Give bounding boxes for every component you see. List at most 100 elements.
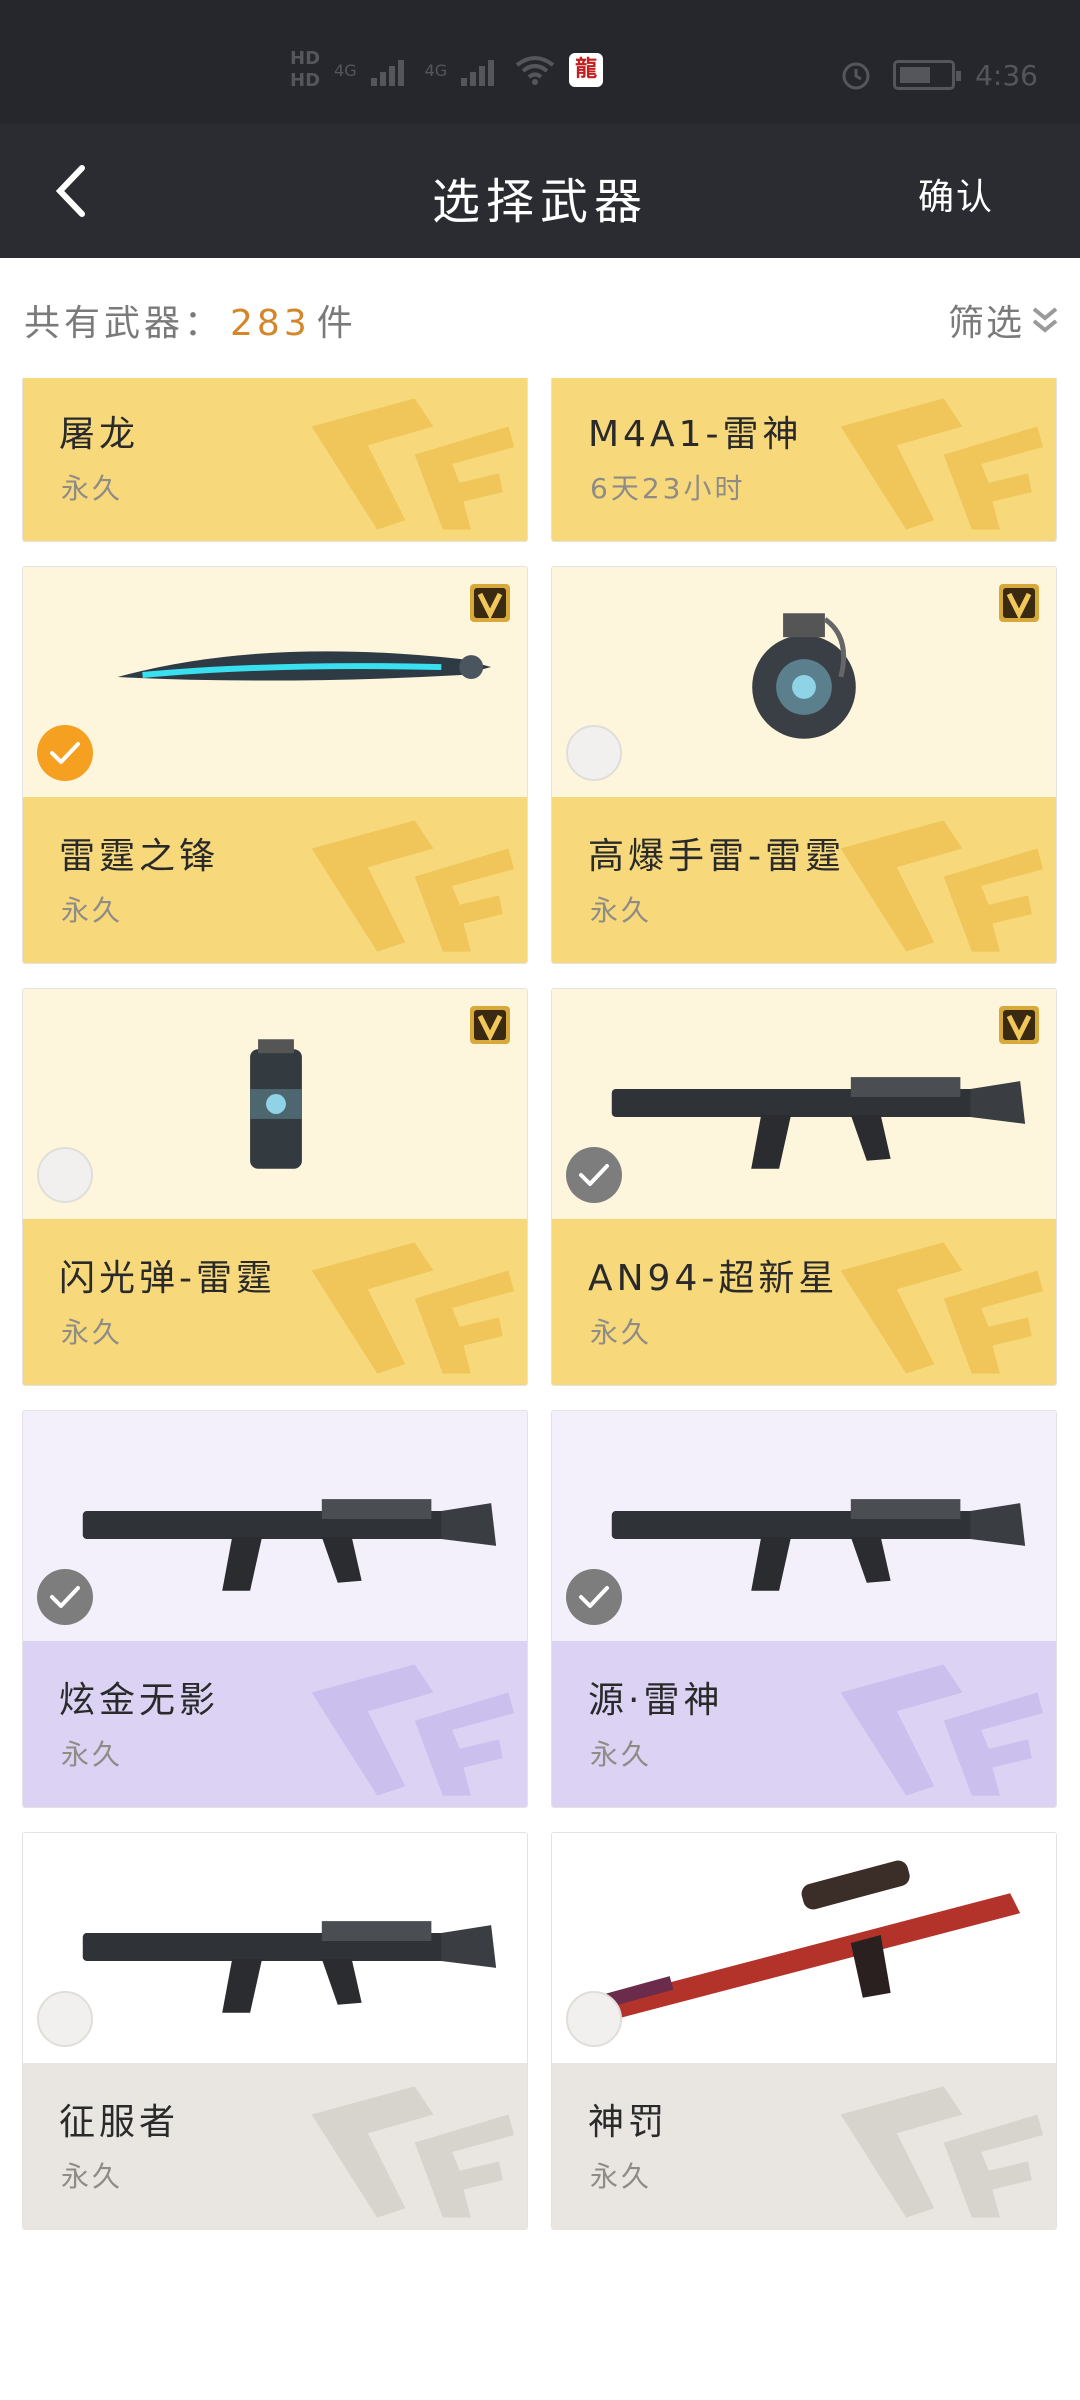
weapon-count-suffix: 件 <box>316 303 357 344</box>
weapon-name: AN94-超新星 <box>588 1258 839 1299</box>
weapon-count-prefix: 共有武器： <box>24 303 225 344</box>
weapon-name: M4A1-雷神 <box>588 414 803 455</box>
select-checkbox[interactable] <box>37 725 93 781</box>
weapon-card[interactable]: M4A1-雷神 6天23小时 <box>551 378 1057 542</box>
select-checkbox[interactable] <box>566 1991 622 2047</box>
weapon-info-area: 征服者 永久 <box>23 2063 527 2229</box>
weapon-duration: 6天23小时 <box>590 472 746 505</box>
rifle-icon <box>611 1077 1026 1169</box>
weapon-duration: 永久 <box>61 2160 124 2193</box>
weapon-duration: 永久 <box>590 894 653 927</box>
weapon-name: 屠龙 <box>59 414 140 455</box>
weapon-card[interactable]: 屠龙 永久 <box>22 378 528 542</box>
weapon-duration: 永久 <box>590 1316 653 1349</box>
cf-logo-icon <box>311 398 515 530</box>
weapon-card[interactable]: 源·雷神永久 <box>551 1410 1057 1808</box>
weapon-card[interactable]: 雷霆之锋 永久 <box>22 566 528 964</box>
weapon-card[interactable]: 闪光弹-雷霆 永久 <box>22 988 528 1386</box>
grenade-icon <box>752 613 856 739</box>
status-bar-right: 4:36 <box>839 58 1038 92</box>
rifle-icon <box>611 1499 1026 1591</box>
filter-label: 筛选 <box>947 303 1024 344</box>
weapon-info-area: 源·雷神永久 <box>552 1641 1056 1807</box>
weapon-image-area <box>23 1411 527 1641</box>
confirm-button[interactable]: 确认 <box>918 168 994 220</box>
weapon-image-area <box>23 1833 527 2063</box>
double-chevron-down-icon <box>1032 307 1058 333</box>
weapon-name: 神罚 <box>588 2102 669 2143</box>
weapon-card[interactable]: 高爆手雷-雷霆 永久 <box>551 566 1057 964</box>
app-notification-icon: 龍 <box>569 53 604 87</box>
signal-icon-2 <box>461 54 501 86</box>
weapon-info-area: M4A1-雷神 6天23小时 <box>552 378 1056 541</box>
weapon-name: 雷霆之锋 <box>59 836 220 877</box>
rifle-icon <box>82 1499 497 1591</box>
weapon-info-area: 高爆手雷-雷霆 永久 <box>552 797 1056 963</box>
select-checkbox[interactable] <box>566 1147 622 1203</box>
weapon-image-area <box>552 567 1056 797</box>
select-checkbox[interactable] <box>37 1991 93 2047</box>
weapon-image-area <box>552 1833 1056 2063</box>
cf-logo-icon <box>840 820 1044 952</box>
network-type-label-2: 4G <box>424 60 448 80</box>
weapon-card[interactable]: 炫金无影 永久 <box>22 1410 528 1808</box>
weapon-count: 共有武器： 283 件 <box>24 294 357 346</box>
network-type-label: 4G <box>334 60 357 80</box>
cf-logo-icon <box>840 2086 1044 2218</box>
weapon-info-area: 炫金无影 永久 <box>23 1641 527 1807</box>
weapon-card[interactable]: 神罚 永久 <box>551 1832 1057 2230</box>
select-checkbox[interactable] <box>566 725 622 781</box>
alarm-icon <box>842 62 870 90</box>
sniper-rifle-icon <box>589 1860 1021 2023</box>
cf-logo-icon <box>840 1664 1044 1796</box>
weapon-info-area: AN94-超新星永久 <box>552 1219 1056 1385</box>
cf-logo-icon <box>311 2086 515 2218</box>
hd-label-top: HD <box>290 48 321 69</box>
weapon-name: 征服者 <box>59 2102 180 2143</box>
weapon-grid: 屠龙 永久 M4A1-雷神 6天23小时 雷霆之锋 永久 高爆手雷-雷霆 永久 闪光弹-雷霆 永久… <box>0 378 1080 2400</box>
cf-logo-icon <box>311 1242 515 1374</box>
weapon-name: 闪光弹-雷霆 <box>59 1258 276 1299</box>
status-bar-left: HD HD 4G 4G 龍 <box>290 48 604 92</box>
battery-icon <box>893 60 962 90</box>
weapon-card[interactable]: AN94-超新星永久 <box>551 988 1057 1386</box>
cf-logo-icon <box>311 820 515 952</box>
weapon-duration: 永久 <box>61 1738 124 1771</box>
rifle-icon <box>82 1921 497 2013</box>
weapon-duration: 永久 <box>61 472 124 505</box>
vip-badge-icon <box>998 583 1040 623</box>
weapon-info-area: 神罚 永久 <box>552 2063 1056 2229</box>
vip-badge-icon <box>469 583 511 623</box>
summary-bar: 共有武器： 283 件 筛选 <box>0 258 1080 378</box>
cf-logo-icon <box>311 1664 515 1796</box>
weapon-image-area <box>552 1411 1056 1641</box>
weapon-info-area: 雷霆之锋 永久 <box>23 797 527 963</box>
cf-logo-icon <box>840 398 1044 530</box>
hd-label-bottom: HD <box>290 70 321 91</box>
weapon-duration: 永久 <box>61 894 124 927</box>
cf-logo-icon <box>840 1242 1044 1374</box>
filter-button[interactable]: 筛选 <box>948 294 1060 346</box>
weapon-image-area <box>23 989 527 1219</box>
wifi-icon <box>515 56 555 85</box>
weapon-count-value: 283 <box>230 303 311 344</box>
vip-badge-icon <box>469 1005 511 1045</box>
select-checkbox[interactable] <box>566 1569 622 1625</box>
select-checkbox[interactable] <box>37 1147 93 1203</box>
weapon-image-area <box>23 567 527 797</box>
signal-icon <box>370 54 411 86</box>
weapon-name: 源·雷神 <box>588 1680 724 1721</box>
nav-bar: 选择武器 确认 <box>0 124 1080 258</box>
weapon-info-area: 屠龙 永久 <box>23 378 527 541</box>
vip-badge-icon <box>998 1005 1040 1045</box>
weapon-info-area: 闪光弹-雷霆 永久 <box>23 1219 527 1385</box>
weapon-name: 炫金无影 <box>59 1680 220 1721</box>
status-bar: HD HD 4G 4G 龍 4:36 <box>0 0 1080 124</box>
hd-indicator: HD HD <box>290 48 320 92</box>
weapon-card[interactable]: 征服者 永久 <box>22 1832 528 2230</box>
clock: 4:36 <box>975 58 1038 92</box>
blade-weapon-icon <box>117 651 492 681</box>
select-checkbox[interactable] <box>37 1569 93 1625</box>
weapon-duration: 永久 <box>590 1738 653 1771</box>
weapon-duration: 永久 <box>590 2160 653 2193</box>
